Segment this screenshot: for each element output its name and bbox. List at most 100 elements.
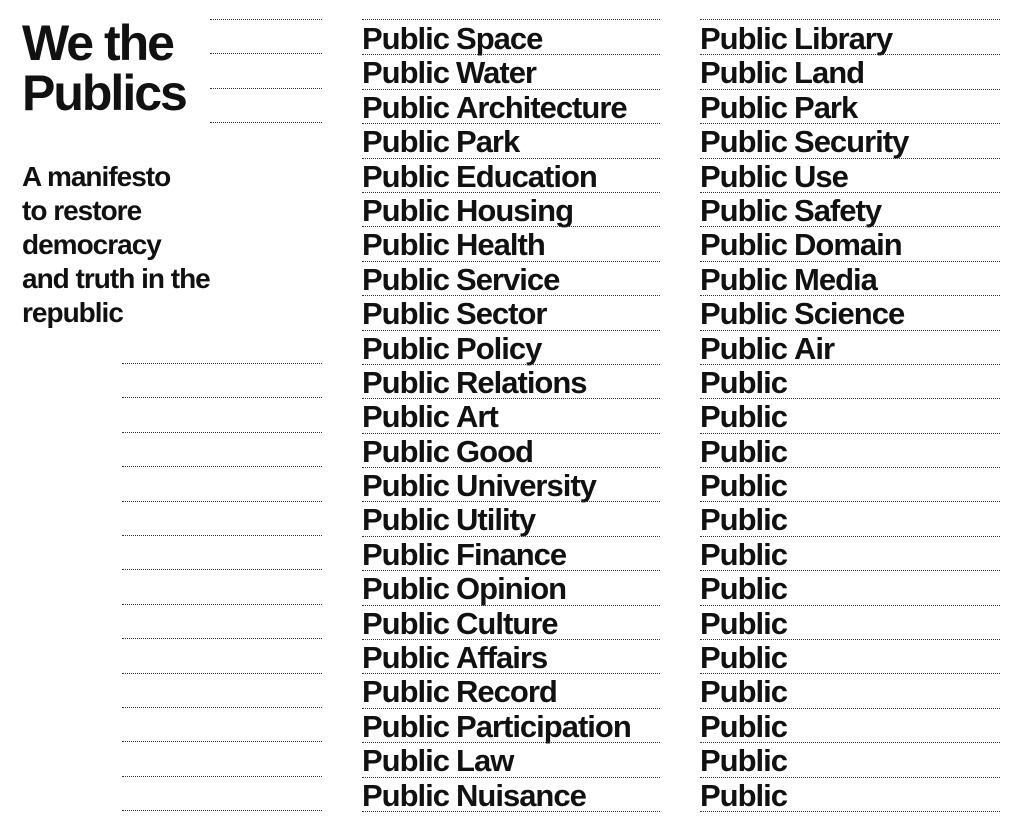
- list-item-text: Public Space: [362, 21, 543, 56]
- list-item-text: Public Utility: [362, 502, 536, 538]
- list-item-text: Public: [700, 709, 794, 744]
- list-item: Public: [700, 364, 1000, 400]
- dotted-rule: [122, 741, 322, 743]
- list-item-text: Public Safety: [700, 192, 882, 228]
- list-item-prefix: Public: [700, 158, 788, 194]
- title-line-2: Publics: [22, 65, 188, 121]
- list-item: Public Law: [362, 742, 660, 779]
- list-item-text: Public Record: [362, 675, 558, 709]
- list-item-text: Public Housing: [362, 192, 574, 228]
- dotted-rule: [122, 569, 322, 571]
- list-item: Public Use: [700, 158, 1000, 194]
- list-item: Public Culture: [362, 605, 660, 640]
- subtitle-line-1: A manifesto: [22, 161, 171, 192]
- list-item-prefix: Public: [362, 433, 450, 469]
- list-item-text: Public: [700, 641, 794, 675]
- list-item: Public Service: [362, 261, 660, 297]
- list-item-term: Use: [794, 158, 849, 194]
- list-item-prefix: Public: [700, 777, 788, 813]
- list-item-term: Relations: [456, 364, 588, 400]
- list-item-prefix: Public: [700, 571, 788, 607]
- list-item-prefix: Public: [362, 743, 450, 779]
- list-item: Public Park: [362, 123, 660, 160]
- list-item: Public Finance: [362, 536, 660, 572]
- list-item: Public Health: [362, 226, 660, 263]
- list-item-text: Public Security: [700, 124, 909, 160]
- list-item-term: Security: [794, 124, 909, 160]
- list-item-term: Sector: [456, 296, 547, 332]
- list-item: Public Air: [700, 330, 1000, 366]
- list-item: Public Safety: [700, 192, 1000, 228]
- dotted-rule: [122, 638, 322, 640]
- list-item: Public University: [362, 467, 660, 504]
- list-item: Public: [700, 605, 1000, 641]
- list-item-text: Public Land: [700, 56, 865, 90]
- list-item-text: Public Relations: [362, 364, 588, 400]
- dotted-rule: [122, 535, 322, 536]
- list-item-text: Public: [700, 400, 794, 434]
- list-item-term: Domain: [794, 227, 903, 263]
- list-item-prefix: Public: [362, 124, 450, 160]
- list-item: Public Security: [700, 123, 1000, 160]
- list-item-term: Park: [794, 89, 858, 125]
- list-item-text: Public: [700, 675, 794, 709]
- list-item: Public Affairs: [362, 639, 660, 676]
- list-item-term: Law: [456, 743, 514, 779]
- list-item-term: Air: [794, 330, 835, 366]
- list-item-text: Public: [700, 537, 794, 572]
- public-list-column-1: Public Space Public Water Public Architecture…: [362, 19, 660, 813]
- list-item-text: Public Library: [700, 22, 893, 56]
- subtitle-line-3: democracy: [22, 229, 162, 260]
- list-item-prefix: Public: [700, 640, 788, 676]
- list-item-prefix: Public: [362, 296, 450, 332]
- list-item-text: Public: [700, 434, 794, 469]
- subtitle: A manifesto to restore democracy and tru…: [22, 160, 262, 330]
- list-item-prefix: Public: [700, 89, 788, 125]
- list-item-text: Public Architecture: [362, 89, 628, 125]
- list-item-term: Utility: [456, 502, 536, 538]
- list-item-prefix: Public: [362, 640, 450, 676]
- list-item: Public: [700, 673, 1000, 709]
- list-item-prefix: Public: [362, 158, 450, 194]
- list-item-prefix: Public: [362, 192, 450, 228]
- list-item-text: Public Participation: [362, 708, 632, 744]
- list-item: Public Art: [362, 398, 660, 435]
- dotted-rule: [122, 603, 322, 605]
- list-item-text: Public Law: [362, 743, 514, 779]
- list-item-prefix: Public: [362, 399, 450, 435]
- title-line-1: We the: [22, 15, 175, 71]
- list-item-prefix: Public: [362, 227, 450, 263]
- list-item-text: Public Park: [362, 124, 520, 160]
- dotted-rule: [122, 466, 322, 468]
- page-title: We the Publics: [22, 15, 188, 121]
- list-item-prefix: Public: [700, 468, 788, 504]
- list-item: Public Opinion: [362, 570, 660, 606]
- list-item: Public Media: [700, 261, 1000, 296]
- dotted-rule: [122, 363, 322, 364]
- list-item-term: Participation: [456, 708, 632, 744]
- list-item-term: Education: [456, 158, 598, 194]
- dotted-rule: [210, 87, 322, 89]
- list-item-prefix: Public: [700, 399, 788, 435]
- list-item-prefix: Public: [362, 55, 450, 91]
- list-item-prefix: Public: [700, 192, 788, 228]
- list-item-prefix: Public: [362, 261, 450, 297]
- list-item-prefix: Public: [700, 364, 788, 400]
- dotted-rule: [362, 19, 660, 20]
- list-item-prefix: Public: [362, 536, 450, 572]
- dotted-rule: [700, 810, 1000, 812]
- list-item-prefix: Public: [700, 605, 788, 641]
- list-item-text: Public: [700, 503, 794, 537]
- list-item: Public Housing: [362, 192, 660, 228]
- list-item-text: Public Nuisance: [362, 778, 587, 813]
- list-item-prefix: Public: [700, 674, 788, 710]
- dotted-rule: [122, 431, 322, 433]
- list-item-prefix: Public: [362, 21, 450, 56]
- list-item: Public: [700, 536, 1000, 572]
- list-item: Public Water: [362, 54, 660, 91]
- list-item-term: Art: [456, 399, 499, 435]
- subtitle-line-2: to restore: [22, 195, 142, 226]
- list-item-text: Public: [700, 605, 794, 641]
- list-item-term: University: [456, 468, 597, 504]
- list-item-term: Architecture: [456, 89, 628, 125]
